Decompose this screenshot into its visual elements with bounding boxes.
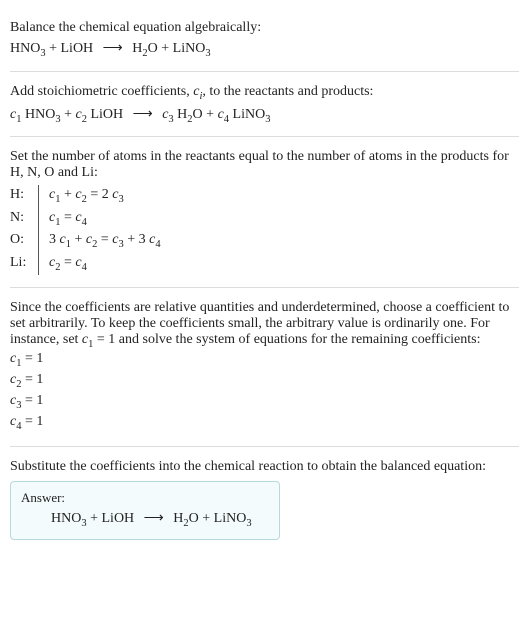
coefficient-solution-list: c1 = 1 c2 = 1 c3 = 1 c4 = 1	[10, 350, 519, 434]
atom-row-o: O: 3 c1 + c2 = c3 + 3 c4	[10, 230, 519, 252]
section4-text: Since the coefficients are relative quan…	[10, 300, 519, 350]
product-h2o: H2O	[173, 511, 199, 526]
atom-row-n: N: c1 = c4	[10, 208, 519, 230]
section1-title: Balance the chemical equation algebraica…	[10, 20, 519, 36]
section-atom-equations: Set the number of atoms in the reactants…	[10, 141, 519, 283]
section2-equation: c1 HNO3 + c2 LiOH ⟶ c3 H2O + c4 LiNO3	[10, 106, 519, 125]
coef-c3: c3 = 1	[10, 392, 519, 413]
answer-label: Answer:	[21, 490, 269, 506]
coef-c2: c2 = 1	[10, 371, 519, 392]
arrow-icon: ⟶	[103, 40, 123, 57]
arrow-icon: ⟶	[144, 510, 164, 527]
section5-title: Substitute the coefficients into the che…	[10, 459, 519, 475]
section-answer: Substitute the coefficients into the che…	[10, 451, 519, 548]
section-add-coefficients: Add stoichiometric coefficients, ci, to …	[10, 76, 519, 133]
reactant-lioh: LiOH	[102, 511, 135, 526]
reactant-hno3: HNO3	[10, 41, 46, 56]
section-solve: Since the coefficients are relative quan…	[10, 292, 519, 442]
atom-balance-table: H: c1 + c2 = 2 c3 N: c1 = c4 O: 3 c1 + c…	[10, 185, 519, 275]
plus: +	[49, 41, 60, 56]
divider	[10, 71, 519, 72]
section3-title: Set the number of atoms in the reactants…	[10, 149, 519, 181]
reactant-hno3: HNO3	[51, 511, 87, 526]
section1-equation: HNO3 + LiOH ⟶ H2O + LiNO3	[10, 40, 519, 59]
reactant-lioh: LiOH	[61, 41, 94, 56]
coef-c4: c4 = 1	[10, 413, 519, 434]
plus: +	[161, 41, 172, 56]
answer-equation: HNO3 + LiOH ⟶ H2O + LiNO3	[21, 510, 269, 529]
divider	[10, 287, 519, 288]
section2-title: Add stoichiometric coefficients, ci, to …	[10, 84, 519, 102]
product-lino3: LiNO3	[214, 511, 252, 526]
atom-row-h: H: c1 + c2 = 2 c3	[10, 185, 519, 207]
atom-row-li: Li: c2 = c4	[10, 253, 519, 275]
product-h2o: H2O	[132, 41, 158, 56]
arrow-icon: ⟶	[133, 106, 153, 123]
section-balance-intro: Balance the chemical equation algebraica…	[10, 12, 519, 67]
divider	[10, 136, 519, 137]
coef-c1: c1 = 1	[10, 350, 519, 371]
product-lino3: LiNO3	[173, 41, 211, 56]
divider	[10, 446, 519, 447]
answer-box: Answer: HNO3 + LiOH ⟶ H2O + LiNO3	[10, 481, 280, 540]
